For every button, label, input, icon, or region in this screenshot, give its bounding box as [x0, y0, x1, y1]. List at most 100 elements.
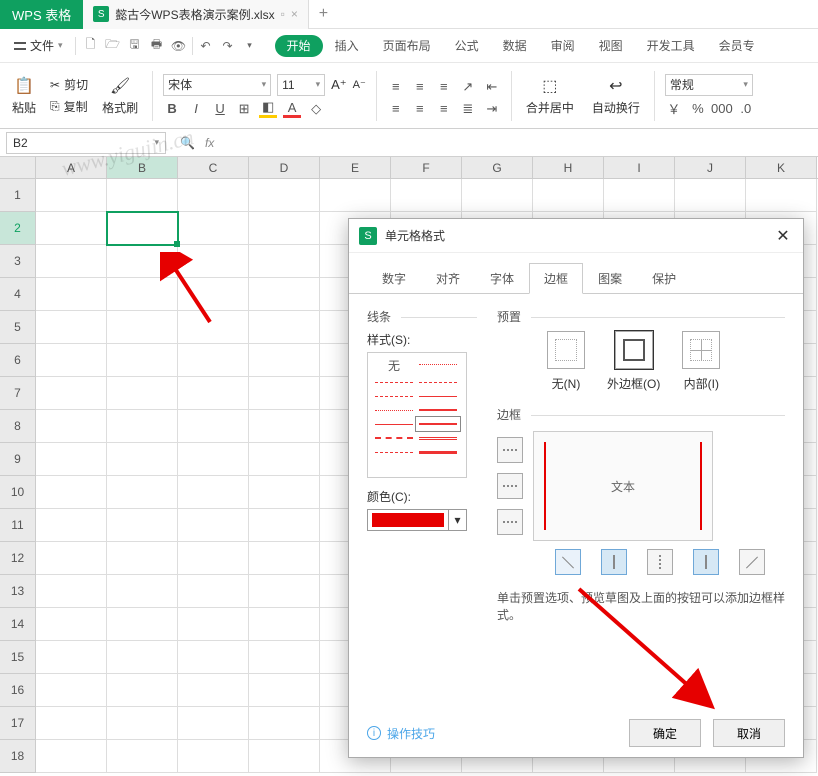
row-header[interactable]: 3 — [0, 245, 36, 278]
tab-developer[interactable]: 开发工具 — [635, 29, 707, 63]
cell[interactable] — [178, 410, 249, 443]
row-header[interactable]: 17 — [0, 707, 36, 740]
col-header[interactable]: I — [604, 157, 675, 178]
font-color-button[interactable]: A — [283, 100, 301, 118]
cell[interactable] — [249, 740, 320, 773]
cell[interactable] — [107, 278, 178, 311]
tab-data[interactable]: 数据 — [491, 29, 539, 63]
cell[interactable] — [462, 179, 533, 212]
percent-button[interactable]: % — [689, 100, 707, 118]
row-header[interactable]: 6 — [0, 344, 36, 377]
cell[interactable] — [36, 641, 107, 674]
border-top-button[interactable] — [497, 437, 523, 463]
print-preview-icon[interactable]: 👁 — [170, 37, 188, 55]
comma-button[interactable]: 000 — [713, 100, 731, 118]
align-center-icon[interactable]: ≡ — [411, 100, 429, 118]
border-right-button[interactable] — [693, 549, 719, 575]
dialog-tab-number[interactable]: 数字 — [367, 263, 421, 294]
row-header[interactable]: 11 — [0, 509, 36, 542]
row-header[interactable]: 15 — [0, 641, 36, 674]
bold-button[interactable]: B — [163, 100, 181, 118]
document-tab[interactable]: S 懿古今WPS表格演示案例.xlsx ▫ × — [83, 0, 309, 29]
grow-font-icon[interactable]: A⁺ — [331, 77, 347, 93]
cell[interactable] — [178, 542, 249, 575]
font-size-select[interactable]: 11▾ — [277, 74, 325, 96]
cell[interactable] — [178, 311, 249, 344]
line-style-list[interactable]: 无 — [367, 352, 467, 478]
currency-button[interactable]: ￥ — [665, 100, 683, 118]
preset-outer[interactable]: 外边框(O) — [607, 331, 660, 392]
cell[interactable] — [249, 575, 320, 608]
row-header[interactable]: 9 — [0, 443, 36, 476]
cell[interactable] — [320, 179, 391, 212]
cell[interactable] — [249, 311, 320, 344]
fill-color-button[interactable]: ◧ — [259, 100, 277, 118]
row-header[interactable]: 18 — [0, 740, 36, 773]
cell[interactable] — [107, 641, 178, 674]
orientation-icon[interactable]: ↗ — [459, 78, 477, 96]
cell[interactable] — [107, 377, 178, 410]
cell[interactable] — [107, 608, 178, 641]
cell[interactable] — [107, 212, 178, 245]
distribute-icon[interactable]: ≣ — [459, 100, 477, 118]
cell[interactable] — [533, 179, 604, 212]
cell[interactable] — [178, 476, 249, 509]
cell[interactable] — [36, 443, 107, 476]
cell[interactable] — [178, 509, 249, 542]
cell[interactable] — [178, 674, 249, 707]
new-tab-button[interactable]: + — [309, 0, 338, 29]
border-preview[interactable]: 文本 — [533, 431, 713, 541]
cell[interactable] — [36, 608, 107, 641]
row-header[interactable]: 1 — [0, 179, 36, 212]
cell[interactable] — [36, 179, 107, 212]
cell[interactable] — [107, 476, 178, 509]
row-header[interactable]: 14 — [0, 608, 36, 641]
cell[interactable] — [391, 179, 462, 212]
dialog-tab-protect[interactable]: 保护 — [637, 263, 691, 294]
cell[interactable] — [178, 575, 249, 608]
cell[interactable] — [36, 542, 107, 575]
cell[interactable] — [107, 674, 178, 707]
wrap-text-button[interactable]: ↩ 自动换行 — [588, 68, 644, 124]
col-header[interactable]: A — [36, 157, 107, 178]
paste-button[interactable]: 📋 粘贴 — [8, 68, 40, 124]
indent-more-icon[interactable]: ⇥ — [483, 100, 501, 118]
col-header[interactable]: D — [249, 157, 320, 178]
preset-inner[interactable]: 内部(I) — [682, 331, 720, 392]
color-dropdown-icon[interactable]: ▾ — [448, 509, 466, 531]
tab-member[interactable]: 会员专 — [707, 29, 767, 63]
cell[interactable] — [746, 179, 817, 212]
open-icon[interactable]: 🗁 — [104, 37, 122, 55]
row-header[interactable]: 7 — [0, 377, 36, 410]
cell[interactable] — [178, 212, 249, 245]
row-header[interactable]: 16 — [0, 674, 36, 707]
cancel-button[interactable]: 取消 — [713, 719, 785, 747]
cell[interactable] — [178, 707, 249, 740]
cell[interactable] — [249, 179, 320, 212]
cell[interactable] — [36, 311, 107, 344]
cell[interactable] — [249, 443, 320, 476]
dialog-tab-align[interactable]: 对齐 — [421, 263, 475, 294]
print-icon[interactable]: 🖶 — [148, 37, 166, 55]
cell[interactable] — [249, 212, 320, 245]
tab-review[interactable]: 审阅 — [539, 29, 587, 63]
name-box[interactable]: B2 ▾ — [6, 132, 166, 154]
dialog-close-button[interactable]: ✕ — [773, 226, 793, 246]
ok-button[interactable]: 确定 — [629, 719, 701, 747]
fx-label[interactable]: fx — [205, 136, 214, 150]
row-header[interactable]: 4 — [0, 278, 36, 311]
tab-formula[interactable]: 公式 — [443, 29, 491, 63]
cell[interactable] — [178, 740, 249, 773]
cell[interactable] — [249, 278, 320, 311]
underline-button[interactable]: U — [211, 100, 229, 118]
qat-dropdown-icon[interactable]: ▾ — [241, 37, 259, 55]
new-icon[interactable]: 🗋 — [82, 37, 100, 55]
cell[interactable] — [36, 410, 107, 443]
font-name-select[interactable]: 宋体▾ — [163, 74, 271, 96]
align-bottom-icon[interactable]: ≡ — [435, 78, 453, 96]
cell[interactable] — [249, 509, 320, 542]
cell[interactable] — [36, 476, 107, 509]
dialog-tab-pattern[interactable]: 图案 — [583, 263, 637, 294]
save-icon[interactable]: 🖫 — [126, 37, 144, 55]
tips-link[interactable]: i 操作技巧 — [367, 725, 435, 742]
